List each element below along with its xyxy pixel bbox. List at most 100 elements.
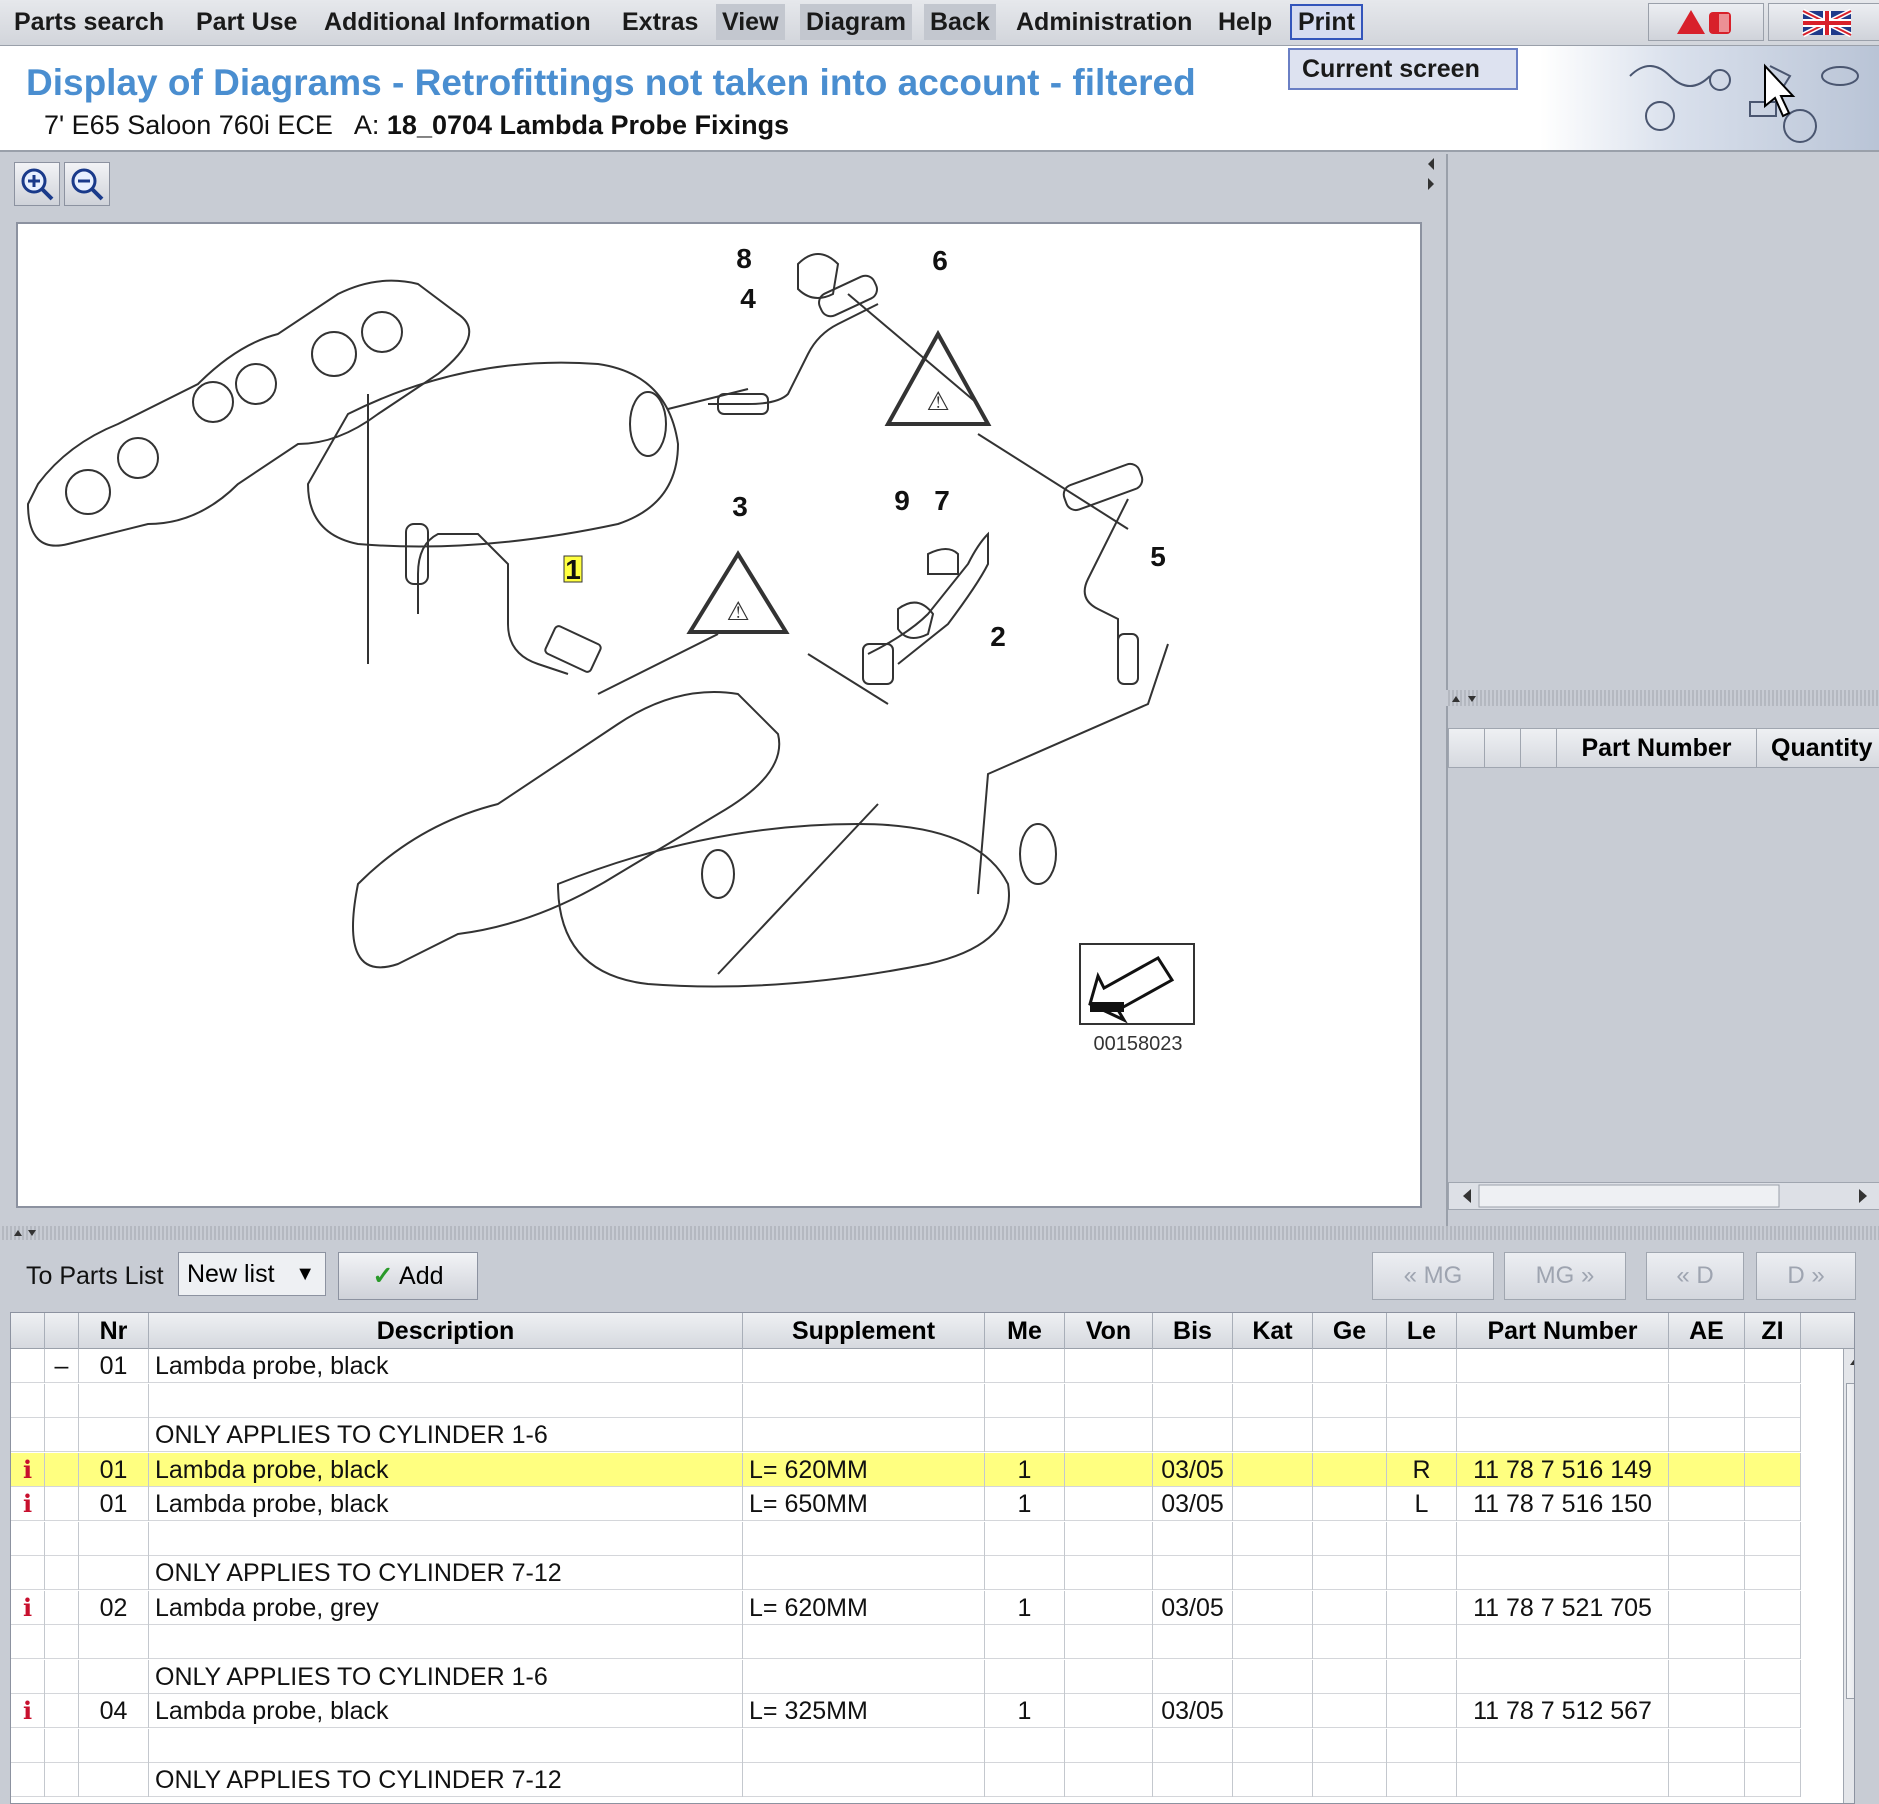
cell-description: ONLY APPLIES TO CYLINDER 1-6: [149, 1659, 743, 1694]
menu-administration[interactable]: Administration: [1010, 4, 1198, 40]
info-icon[interactable]: [11, 1521, 45, 1556]
right-horizontal-scrollbar[interactable]: [1448, 1182, 1879, 1210]
cell-supplement: [743, 1625, 985, 1659]
table-row[interactable]: i 02 Lambda probe, grey L= 620MM 1 03/05 11 78…: [11, 1590, 1801, 1625]
cell-ge: [1313, 1625, 1387, 1659]
col-part-number[interactable]: Part Number: [1457, 1313, 1669, 1349]
col-kat[interactable]: Kat: [1233, 1313, 1313, 1349]
to-parts-list-label: To Parts List: [26, 1262, 164, 1290]
cell-me: 1: [985, 1452, 1065, 1487]
right-panel-splitter[interactable]: [1446, 690, 1879, 706]
parts-diagram[interactable]: ⚠ ⚠ 1 2 3 4 5 6 7 8 9 00158023: [16, 222, 1422, 1208]
cell-description: ONLY APPLIES TO CYLINDER 7-12: [149, 1556, 743, 1590]
prev-mg-button[interactable]: « MG: [1372, 1252, 1494, 1300]
right-col-quantity[interactable]: Quantity: [1756, 729, 1879, 767]
callout-7[interactable]: 7: [934, 485, 950, 516]
ac-mode-button[interactable]: [1648, 3, 1764, 41]
cell-le: [1387, 1383, 1457, 1418]
info-icon[interactable]: [11, 1763, 45, 1797]
table-row[interactable]: [11, 1728, 1801, 1763]
info-icon[interactable]: [11, 1728, 45, 1763]
table-row[interactable]: [11, 1383, 1801, 1418]
info-icon[interactable]: i: [11, 1590, 45, 1625]
col-ge[interactable]: Ge: [1313, 1313, 1387, 1349]
print-current-screen-item[interactable]: Current screen: [1288, 48, 1518, 90]
info-icon[interactable]: i: [11, 1487, 45, 1521]
app-window: Parts search Part Use Additional Informa…: [0, 0, 1879, 1804]
info-icon[interactable]: [11, 1418, 45, 1452]
callout-6[interactable]: 6: [932, 245, 948, 276]
info-icon[interactable]: [11, 1625, 45, 1659]
table-row[interactable]: i 01 Lambda probe, black L= 650MM 1 03/05 L 11 …: [11, 1487, 1801, 1521]
table-row[interactable]: ONLY APPLIES TO CYLINDER 1-6: [11, 1418, 1801, 1452]
cell-bis: [1153, 1728, 1233, 1763]
menu-diagram[interactable]: Diagram: [800, 4, 913, 40]
info-icon[interactable]: i: [11, 1694, 45, 1728]
cell-supplement: [743, 1418, 985, 1452]
col-zi[interactable]: ZI: [1745, 1313, 1801, 1349]
menu-view[interactable]: View: [716, 4, 785, 40]
col-me[interactable]: Me: [985, 1313, 1065, 1349]
parts-list-select[interactable]: New list ▼: [178, 1252, 326, 1296]
table-row[interactable]: i 01 Lambda probe, black L= 620MM 1 03/05 R 11 …: [11, 1452, 1801, 1487]
page-title: Display of Diagrams - Retrofittings not …: [26, 62, 1196, 103]
menu-additional-information[interactable]: Additional Information: [318, 4, 597, 40]
cell-kat: [1233, 1659, 1313, 1694]
menu-back[interactable]: Back: [924, 4, 996, 40]
col-nr[interactable]: Nr: [79, 1313, 149, 1349]
table-row[interactable]: ONLY APPLIES TO CYLINDER 1-6: [11, 1659, 1801, 1694]
cell-me: [985, 1521, 1065, 1556]
table-row[interactable]: ONLY APPLIES TO CYLINDER 7-12: [11, 1556, 1801, 1590]
cell-bis: 03/05: [1153, 1590, 1233, 1625]
menu-extras[interactable]: Extras: [616, 4, 704, 40]
table-row[interactable]: i 04 Lambda probe, black L= 325MM 1 03/05 11 7…: [11, 1694, 1801, 1728]
zoom-in-button[interactable]: [14, 162, 60, 206]
right-col-part-number[interactable]: Part Number: [1556, 729, 1756, 767]
prev-d-button[interactable]: « D: [1646, 1252, 1744, 1300]
menu-help[interactable]: Help: [1212, 4, 1278, 40]
info-icon[interactable]: [11, 1383, 45, 1418]
col-ae[interactable]: AE: [1669, 1313, 1745, 1349]
cell-von: [1065, 1659, 1153, 1694]
callout-5[interactable]: 5: [1150, 541, 1166, 572]
table-row[interactable]: –01 Lambda probe, black: [11, 1349, 1801, 1383]
next-mg-button[interactable]: MG »: [1504, 1252, 1626, 1300]
a-label: A:: [353, 110, 380, 140]
callout-1[interactable]: 1: [565, 554, 581, 585]
callout-8[interactable]: 8: [736, 243, 752, 274]
table-row[interactable]: ONLY APPLIES TO CYLINDER 7-12: [11, 1763, 1801, 1797]
info-icon[interactable]: [11, 1659, 45, 1694]
parts-collage-image: [1540, 46, 1879, 150]
add-button[interactable]: ✓ Add: [338, 1252, 478, 1300]
cell-supplement: [743, 1556, 985, 1590]
callout-4[interactable]: 4: [740, 283, 756, 314]
zoom-out-button[interactable]: [64, 162, 110, 206]
callout-2[interactable]: 2: [990, 621, 1006, 652]
menu-parts-search[interactable]: Parts search: [8, 4, 170, 40]
cell-sign: [45, 1487, 79, 1521]
next-d-button[interactable]: D »: [1756, 1252, 1856, 1300]
table-row[interactable]: [11, 1625, 1801, 1659]
callout-9[interactable]: 9: [894, 485, 910, 516]
col-von[interactable]: Von: [1065, 1313, 1153, 1349]
menu-part-use[interactable]: Part Use: [190, 4, 303, 40]
language-button[interactable]: [1768, 3, 1879, 41]
col-le[interactable]: Le: [1387, 1313, 1457, 1349]
cell-part-number: [1457, 1763, 1669, 1797]
cell-bis: [1153, 1625, 1233, 1659]
add-button-label: Add: [399, 1262, 444, 1290]
main-splitter[interactable]: [0, 1226, 1879, 1240]
info-icon[interactable]: [11, 1556, 45, 1590]
menu-print[interactable]: Print: [1290, 4, 1363, 40]
col-description[interactable]: Description: [149, 1313, 743, 1349]
cell-sign: [45, 1728, 79, 1763]
parts-table-scrollbar[interactable]: [1843, 1349, 1854, 1803]
col-supplement[interactable]: Supplement: [743, 1313, 985, 1349]
col-bis[interactable]: Bis: [1153, 1313, 1233, 1349]
table-row[interactable]: [11, 1521, 1801, 1556]
panel-collapse-toggle[interactable]: [1424, 154, 1438, 214]
callout-3[interactable]: 3: [732, 491, 748, 522]
scroll-thumb[interactable]: [1846, 1383, 1854, 1699]
info-icon[interactable]: i: [11, 1452, 45, 1487]
info-icon[interactable]: [11, 1349, 45, 1383]
